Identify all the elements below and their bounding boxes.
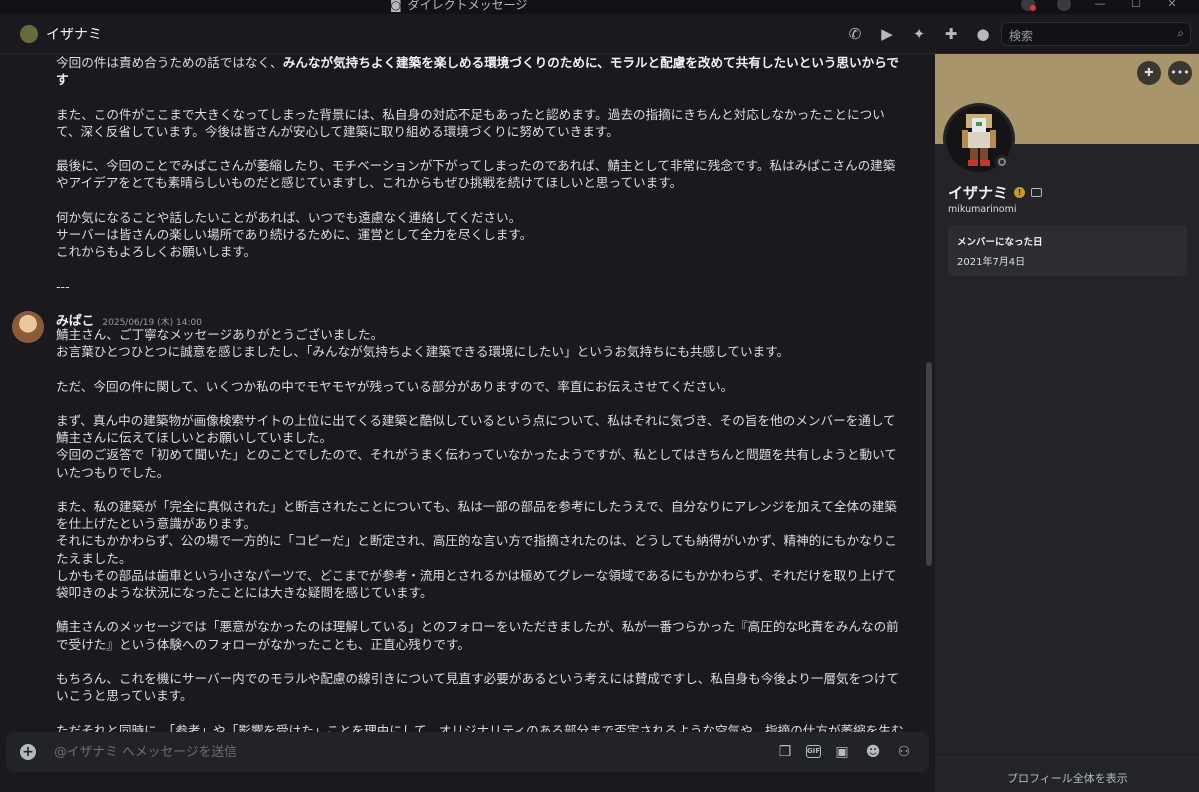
reply-paragraph: それにもかかわらず、公の場で一方的に「コピーだ」と断定され、高圧的な言い方で指摘… [56, 533, 897, 566]
reply-paragraph: お言葉ひとつひとつに誠意を感じましたし、「みんなが気持ちよく建築できる環境にした… [56, 344, 790, 360]
reply-paragraph: まず、真ん中の建築物が画像検索サイトの上位に出てくる建築と酷似しているという点に… [56, 412, 896, 446]
message-input[interactable] [54, 742, 734, 762]
prev-paragraph: 何か気になることや話したいことがあれば、いつでも遠慮なく連絡してください。 [56, 209, 522, 225]
reply-paragraph: 鯖主さんのメッセージでは「悪意がなかったのは理解している」とのフォローをいただき… [56, 619, 899, 652]
header-toolbar: ✆ ▶ ✦ ✚ ● [845, 24, 993, 44]
reply-paragraph: また、私の建築が「完全に真似された」と断言されたことについても、私は一部の部品を… [56, 498, 897, 532]
reply-paragraph: ただ、今回の件に関して、いくつか私の中でモヤモヤが残っている部分がありますので、… [56, 378, 734, 394]
reply-message: 鯖主さん、ご丁寧なメッセージありがとうございました。 お言葉ひとつひとつに誠意を… [56, 326, 904, 734]
close-button[interactable]: ✕ [1165, 0, 1179, 10]
author-avatar[interactable] [12, 311, 44, 343]
emoji-icon[interactable]: ☻ [863, 742, 883, 762]
dm-icon: ◙ [390, 0, 402, 12]
window-titlebar: ◙ ダイレクトメッセージ — ☐ ✕ [0, 0, 1199, 14]
offline-status-icon [995, 155, 1009, 169]
add-friend-icon[interactable]: ✚ [1137, 61, 1161, 85]
composer-toolbar: ❒ GIF ▣ ☻ ⚇ [775, 742, 914, 762]
prev-line-0: 今回の件は責め合うための話ではなく、 [56, 55, 283, 70]
chat-area: 今回の件は責め合うための話ではなく、みんなが気持ちよく建築を楽しめる環境づくりの… [0, 54, 935, 734]
header-user-name[interactable]: イザナミ [46, 24, 102, 44]
more-options-icon[interactable]: ••• [1168, 61, 1192, 85]
warning-badge-icon[interactable]: ! [1014, 187, 1026, 198]
pin-icon[interactable]: ✦ [909, 24, 929, 44]
prev-paragraph: これからもよろしくお願いします。 [56, 244, 257, 260]
window-controls: — ☐ ✕ [1021, 0, 1179, 11]
member-since-card: メンバーになった日 2021年7月4日 [948, 225, 1187, 276]
banner-actions: ✚ ••• [1137, 61, 1192, 85]
prev-paragraph: また、この件がここまで大きくなってしまった背景には、私自身の対応不足もあったと認… [56, 106, 885, 139]
inbox-icon[interactable] [1021, 0, 1036, 11]
sticker-icon[interactable]: ▣ [832, 742, 852, 762]
member-since-value: 2021年7月4日 [957, 257, 1026, 268]
reply-paragraph: しかもその部品は歯車という小さなパーツで、どこまでが参考・流用とされるかは極めて… [56, 567, 897, 600]
search-placeholder: 検索 [1009, 29, 1034, 43]
message-composer: + ❒ GIF ▣ ☻ ⚇ [6, 732, 929, 772]
add-friends-icon[interactable]: ✚ [941, 24, 961, 44]
prev-paragraph: サーバーは皆さんの楽しい場所であり続けるために、運営として全力を尽くします。 [56, 226, 533, 242]
help-icon[interactable] [1057, 0, 1071, 11]
reply-paragraph: もちろん、これを機にサーバー内でのモラルや配慮の線引きについて見直す必要があると… [56, 670, 900, 704]
previous-message: 今回の件は責め合うための話ではなく、みんなが気持ちよく建築を楽しめる環境づくりの… [56, 54, 904, 312]
reply-paragraph: 今回のご返答で「初めて聞いた」とのことでしたので、それがうまく伝わっていなかった… [56, 447, 897, 480]
window-title: ◙ ダイレクトメッセージ [390, 0, 527, 13]
voice-call-icon[interactable]: ✆ [845, 24, 865, 44]
header-avatar[interactable] [20, 25, 38, 43]
member-since-label: メンバーになった日 [957, 237, 1043, 248]
profile-footer: プロフィール全体を表示 [935, 757, 1199, 792]
profile-username: mikumarinomi [948, 204, 1017, 215]
chat-scrollbar[interactable] [926, 362, 932, 566]
profile-name-row: イザナミ ! [948, 182, 1043, 203]
view-full-profile-link[interactable]: プロフィール全体を表示 [1007, 770, 1128, 786]
search-icon: ⌕ [1177, 26, 1184, 40]
attach-plus-icon[interactable]: + [20, 744, 36, 760]
window-title-text: ダイレクトメッセージ [407, 0, 528, 12]
profile-display-name: イザナミ [948, 184, 1009, 202]
maximize-button[interactable]: ☐ [1129, 0, 1143, 10]
dm-header: イザナミ ✆ ▶ ✦ ✚ ● 検索 ⌕ [0, 14, 1199, 54]
profile-panel: ✚ ••• イザナミ ! mikumarinomi メンバーになった日 2021… [935, 54, 1199, 792]
minimize-button[interactable]: — [1093, 0, 1107, 10]
video-call-icon[interactable]: ▶ [877, 24, 897, 44]
gif-icon[interactable]: GIF [806, 745, 821, 758]
note-badge-icon[interactable] [1031, 188, 1043, 197]
search-box[interactable]: 検索 ⌕ [1001, 22, 1191, 46]
reply-paragraph: 鯖主さん、ご丁寧なメッセージありがとうございました。 [56, 327, 384, 342]
separator-text: --- [56, 278, 70, 294]
user-profile-icon[interactable]: ● [973, 24, 993, 44]
prev-paragraph: 最後に、今回のことでみぱこさんが萎縮したり、モチベーションが下がってしまったので… [56, 158, 896, 191]
gift-icon[interactable]: ❒ [775, 742, 795, 762]
activity-game-icon[interactable]: ⚇ [894, 742, 914, 762]
